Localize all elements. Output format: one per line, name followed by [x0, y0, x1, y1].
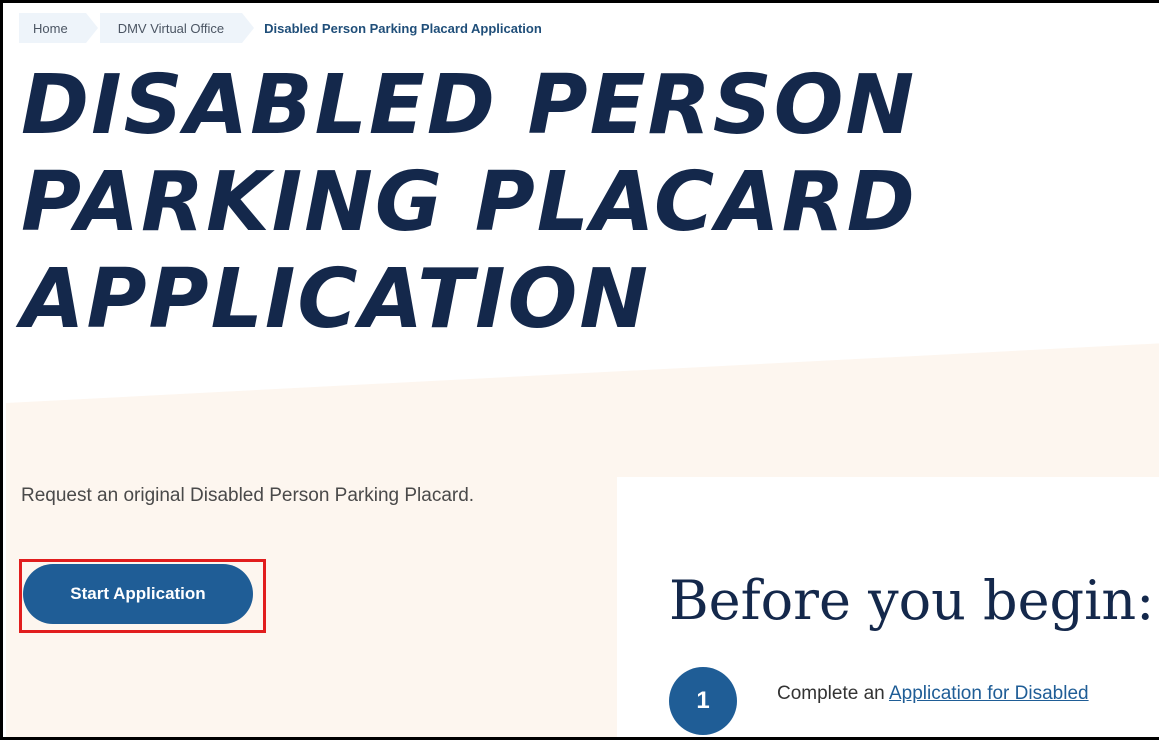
step-text-prefix: Complete an — [777, 683, 889, 704]
breadcrumb-dmv-virtual-office[interactable]: DMV Virtual Office — [99, 13, 255, 43]
breadcrumb: Home DMV Virtual Office Disabled Person … — [19, 13, 542, 43]
step-number: 1 — [669, 667, 737, 735]
step-text: Complete an Application for Disabled — [777, 683, 1089, 705]
page-frame: Home DMV Virtual Office Disabled Person … — [0, 0, 1159, 740]
application-link[interactable]: Application for Disabled — [889, 683, 1089, 704]
start-application-button[interactable]: Start Application — [23, 564, 253, 624]
card-heading: Before you begin: — [669, 569, 1155, 632]
breadcrumb-current: Disabled Person Parking Placard Applicat… — [264, 20, 542, 36]
breadcrumb-home[interactable]: Home — [19, 13, 98, 43]
intro-text: Request an original Disabled Person Park… — [21, 485, 475, 506]
page-title: DISABLED PERSON PARKING PLACARD APPLICAT… — [21, 58, 917, 347]
before-you-begin-card: Before you begin: 1 Complete an Applicat… — [617, 477, 1159, 737]
